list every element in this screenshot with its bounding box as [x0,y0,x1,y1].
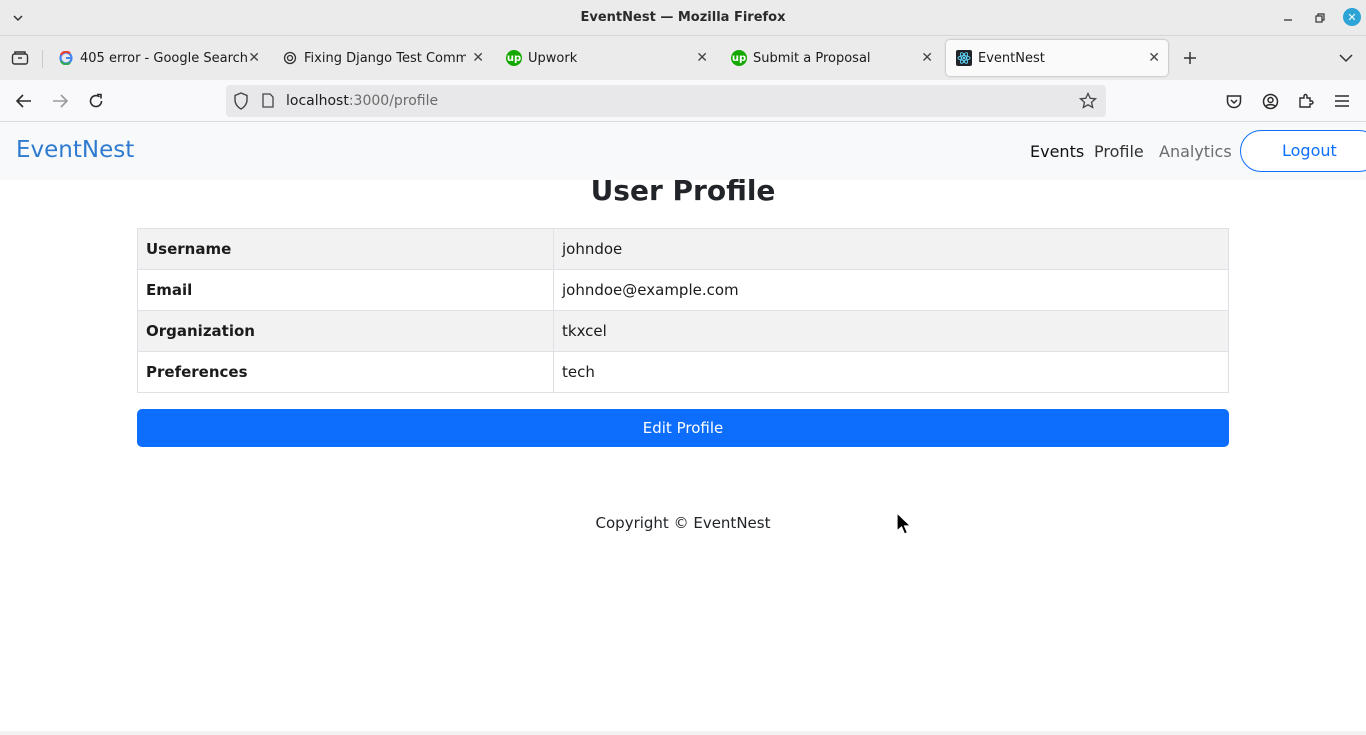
table-row: Email johndoe@example.com [137,269,1229,311]
page-title: User Profile [590,174,776,207]
url-bar[interactable]: localhost:3000/profile [226,85,1106,117]
footer-copyright: Copyright © EventNest [595,514,771,532]
table-row: Preferences tech [137,351,1229,393]
upwork-icon: up [731,50,747,66]
chatgpt-icon [282,50,298,66]
profile-label-organization: Organization [137,310,554,352]
window-titlebar: EventNest — Mozilla Firefox ✕ [0,0,1366,36]
pocket-icon[interactable] [1221,88,1247,114]
table-row: Organization tkxcel [137,310,1229,352]
tab-submit-proposal[interactable]: up Submit a Proposal ✕ [721,40,941,76]
window-title: EventNest — Mozilla Firefox [580,10,786,25]
list-all-tabs-chevron-icon[interactable] [1333,45,1359,71]
profile-value-email: johndoe@example.com [553,269,1229,311]
profile-value-username: johndoe [553,228,1229,270]
profile-label-username: Username [137,228,554,270]
hamburger-menu-icon[interactable] [1329,88,1355,114]
forward-arrow-icon[interactable] [47,88,73,114]
url-text[interactable]: localhost:3000/profile [286,93,438,109]
tab-google-search[interactable]: 405 error - Google Search ✕ [48,40,268,76]
url-host: localhost [286,93,349,109]
close-window-icon[interactable]: ✕ [1343,8,1361,26]
google-icon [58,50,74,66]
profile-table: Username johndoe Email johndoe@example.c… [137,228,1229,393]
close-tab-icon[interactable]: ✕ [472,50,484,66]
tab-label: Submit a Proposal [753,50,871,66]
shield-icon[interactable] [233,92,249,114]
browser-toolbar: localhost:3000/profile [0,80,1366,122]
close-tab-icon[interactable]: ✕ [696,50,708,66]
tab-label: 405 error - Google Search [80,50,249,66]
profile-label-email: Email [137,269,554,311]
table-row: Username johndoe [137,228,1229,270]
logout-button[interactable]: Logout [1240,130,1366,172]
back-arrow-icon[interactable] [11,88,37,114]
profile-value-organization: tkxcel [553,310,1229,352]
edit-profile-button[interactable]: Edit Profile [137,409,1229,447]
close-tab-icon[interactable]: ✕ [1148,50,1160,66]
nav-link-events[interactable]: Events [1030,142,1084,161]
mouse-cursor-icon [895,511,913,540]
account-icon[interactable] [1257,88,1283,114]
bookmark-star-icon[interactable] [1078,91,1098,114]
nav-link-analytics[interactable]: Analytics [1159,142,1232,161]
new-tab-plus-icon[interactable] [1177,45,1203,71]
nav-link-profile[interactable]: Profile [1094,142,1144,161]
tab-label: Fixing Django Test Comman [304,50,466,66]
close-tab-icon[interactable]: ✕ [248,50,260,66]
tab-upwork[interactable]: up Upwork ✕ [496,40,716,76]
brand-link[interactable]: EventNest [16,137,134,163]
tab-strip: 405 error - Google Search ✕ Fixing Djang… [0,36,1366,80]
tab-fixing-django[interactable]: Fixing Django Test Comman ✕ [272,40,492,76]
minimize-icon[interactable] [1278,8,1298,28]
tab-label: Upwork [528,50,578,66]
react-icon [956,50,972,66]
reload-icon[interactable] [83,88,109,114]
page-bottom-edge [0,731,1366,735]
tab-overview-icon[interactable] [7,45,33,71]
restore-icon[interactable] [1310,8,1330,28]
profile-label-preferences: Preferences [137,351,554,393]
upwork-icon: up [506,50,522,66]
close-tab-icon[interactable]: ✕ [921,50,933,66]
profile-value-preferences: tech [553,351,1229,393]
page-icon[interactable] [262,93,274,112]
app-navbar: EventNest Events Profile Analytics Logou… [0,122,1366,180]
tab-label: EventNest [978,50,1045,66]
extensions-icon[interactable] [1293,88,1319,114]
url-path: :3000/profile [348,93,439,109]
tab-eventnest[interactable]: EventNest ✕ [946,40,1168,76]
